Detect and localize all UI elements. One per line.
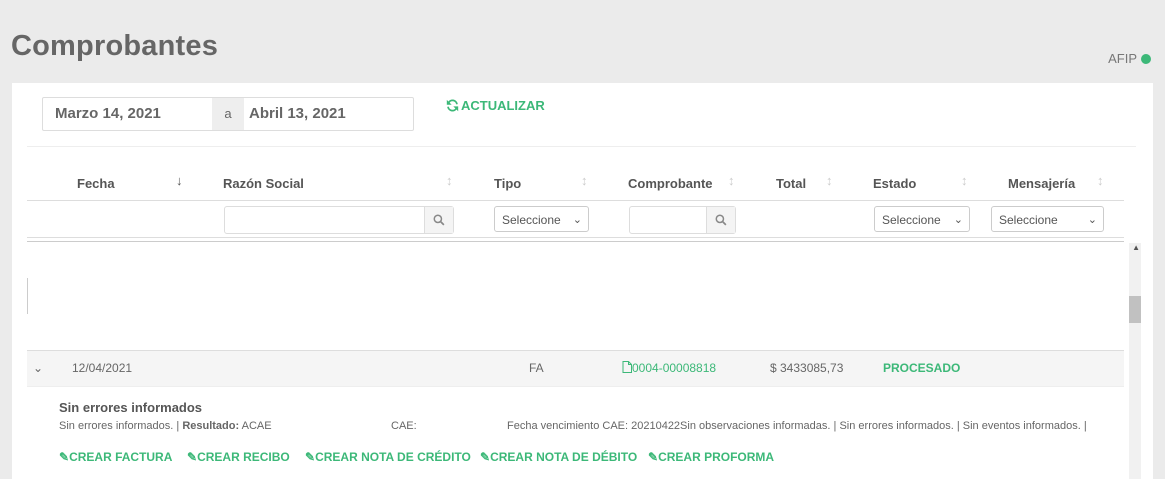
separator: | [176,420,180,432]
detail-title: Sin errores informados [59,400,203,415]
sort-icon[interactable]: ↕ [961,173,968,188]
comprobante-link[interactable]: 0004-00008818 [622,351,716,386]
date-range-picker[interactable]: Marzo 14, 2021 a Abril 13, 2021 [42,97,414,131]
chevron-down-icon: ⌄ [953,214,963,226]
column-header-mensajeria[interactable]: Mensajería [1008,176,1075,191]
pdf-file-icon [622,361,632,373]
scrollbar-thumb[interactable] [1129,296,1141,323]
row-fecha: 12/04/2021 [72,361,133,375]
table-row[interactable]: ⌄ 12/04/2021 FA 0004-00008818 $ 3433085,… [27,350,1124,387]
divider [27,241,1124,242]
filter-row: Seleccione ⌄ Seleccione ⌄ Seleccione ⌄ [27,200,1124,236]
razon-social-search[interactable] [224,206,454,234]
date-from-input[interactable]: Marzo 14, 2021 [43,98,212,130]
date-separator: a [212,98,244,130]
chevron-down-icon: ⌄ [572,214,582,226]
comprobante-number: 0004-00008818 [632,361,717,375]
refresh-label: ACTUALIZAR [461,98,545,113]
comprobante-search-input[interactable] [630,207,706,233]
detail-errors: Sin errores informados. | Resultado: ACA… [59,420,272,432]
column-header-estado[interactable]: Estado [873,176,916,191]
page-title: Comprobantes [11,30,219,62]
separator: | [956,420,960,432]
crear-proforma-button[interactable]: ✎CREAR PROFORMA [648,450,774,464]
divider [27,278,28,314]
separator: | [1083,420,1087,432]
sort-icon[interactable]: ↕ [826,173,833,188]
date-to-input[interactable]: Abril 13, 2021 [244,98,413,130]
pencil-icon: ✎ [648,450,659,464]
sort-icon[interactable]: ↕ [728,173,735,188]
resultado-value: ACAE [241,420,272,432]
sort-icon[interactable]: ↕ [1097,173,1104,188]
crear-nota-credito-label: CREAR NOTA DE CRÉDITO [315,450,471,464]
estado-select-value: Seleccione [882,213,941,227]
estado-select[interactable]: Seleccione ⌄ [874,206,970,232]
razon-social-search-input[interactable] [225,207,424,233]
mensajeria-select[interactable]: Seleccione ⌄ [991,206,1104,232]
sin-eventos-text: Sin eventos informados. [962,420,1081,432]
pencil-icon: ✎ [480,450,491,464]
scroll-up-icon[interactable]: ▲ [1132,243,1140,252]
column-header-total[interactable]: Total [776,176,806,191]
detail-info: Fecha vencimiento CAE: 20210422Sin obser… [507,420,1087,432]
crear-factura-button[interactable]: ✎CREAR FACTURA [59,450,172,464]
crear-nota-credito-button[interactable]: ✎CREAR NOTA DE CRÉDITO [305,450,471,464]
pencil-icon: ✎ [59,450,70,464]
crear-factura-label: CREAR FACTURA [69,450,173,464]
separator: | [833,420,837,432]
pencil-icon: ✎ [187,450,198,464]
mensajeria-select-value: Seleccione [999,213,1058,227]
vencimiento-text: Fecha vencimiento CAE: 20210422Sin obser… [507,420,831,432]
sort-icon[interactable]: ↕ [581,173,588,188]
status-dot-icon [1141,53,1151,64]
refresh-button[interactable]: ACTUALIZAR [446,98,545,113]
column-header-tipo[interactable]: Tipo [494,176,521,191]
row-tipo: FA [529,361,544,375]
comprobante-search[interactable] [629,206,736,234]
afip-status: AFIP [1108,51,1151,66]
cae-label: CAE: [391,420,417,432]
sin-errores-text: Sin errores informados. [839,420,954,432]
search-button[interactable] [706,207,735,233]
divider [27,237,1124,238]
crear-nota-debito-label: CREAR NOTA DE DÉBITO [490,450,638,464]
crear-proforma-label: CREAR PROFORMA [658,450,775,464]
crear-recibo-button[interactable]: ✎CREAR RECIBO [187,450,290,464]
resultado-label: Resultado: [182,420,240,432]
comprobantes-panel: Marzo 14, 2021 a Abril 13, 2021 ACTUALIZ… [12,83,1153,479]
scrollbar-track[interactable] [1129,243,1141,479]
sort-icon[interactable]: ↕ [446,173,453,188]
search-icon [715,214,727,226]
status-badge: PROCESADO [883,361,961,375]
column-header-fecha[interactable]: Fecha [77,176,115,191]
expand-chevron-icon[interactable]: ⌄ [33,351,43,386]
search-icon [433,214,445,226]
tipo-select[interactable]: Seleccione ⌄ [494,206,589,232]
column-header-razon-social[interactable]: Razón Social [223,176,304,191]
crear-nota-debito-button[interactable]: ✎CREAR NOTA DE DÉBITO [480,450,637,464]
crear-recibo-label: CREAR RECIBO [197,450,290,464]
divider [27,146,1136,147]
afip-label: AFIP [1108,51,1137,66]
sort-desc-icon[interactable]: ↓ [176,173,183,188]
refresh-icon [446,99,459,112]
pencil-icon: ✎ [305,450,316,464]
row-total: $ 3433085,73 [770,361,844,375]
column-header-comprobante[interactable]: Comprobante [628,176,713,191]
search-button[interactable] [424,207,453,233]
detail-errors-text: Sin errores informados. [59,420,174,432]
chevron-down-icon: ⌄ [1087,214,1097,226]
tipo-select-value: Seleccione [502,213,561,227]
